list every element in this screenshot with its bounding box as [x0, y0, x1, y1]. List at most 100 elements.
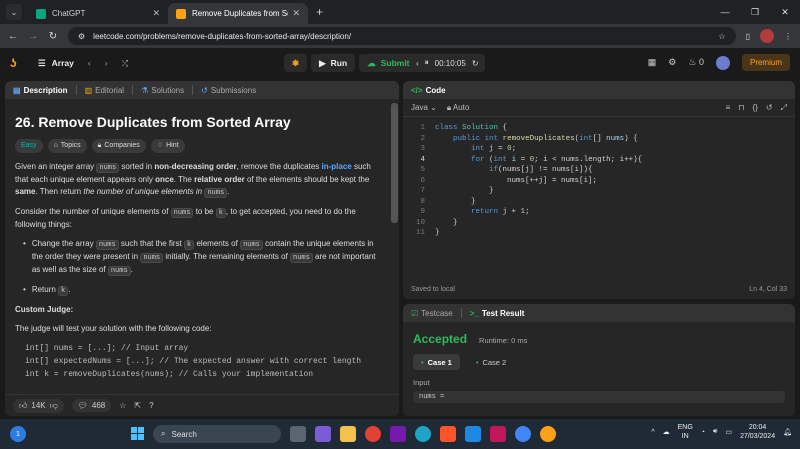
timer[interactable]: ‹ ⏸ 00:10:05 ↻ [410, 54, 485, 72]
taskbar-search[interactable]: ⌕ Search [153, 425, 281, 443]
favorite-star-icon[interactable]: ☆ [119, 401, 126, 410]
hint-tag[interactable]: ♢ Hint [150, 139, 185, 153]
run-button[interactable]: ▶ Run [311, 54, 356, 72]
input-value: nums = [413, 391, 785, 403]
reset-code-icon[interactable]: ↺ [766, 103, 773, 113]
help-icon[interactable]: ? [149, 401, 153, 410]
timer-value: 00:10:05 [434, 58, 466, 68]
fullscreen-icon[interactable]: ⤢ [781, 103, 787, 113]
settings-gear-icon[interactable]: ⚙ [668, 57, 676, 68]
intellij-icon[interactable] [490, 426, 506, 442]
close-tab-icon[interactable]: ✕ [152, 8, 160, 19]
layout-icon[interactable]: ▦ [648, 57, 657, 68]
close-tab-icon[interactable]: ✕ [292, 8, 300, 19]
forward-icon[interactable]: → [28, 31, 38, 42]
language-select[interactable]: Java ⌄ [411, 103, 437, 112]
comments-button[interactable]: 💬︎ 468 [71, 399, 112, 412]
pause-icon[interactable]: ⏸ [425, 58, 429, 68]
profile-avatar[interactable] [760, 29, 774, 43]
tab-testcase[interactable]: ☑ Testcase [411, 309, 453, 318]
clock[interactable]: 20:04 27/03/2024 [740, 423, 775, 441]
problem-list-title[interactable]: Array [52, 58, 74, 68]
list-item: • Return k. [23, 285, 71, 296]
reload-icon[interactable]: ↻ [48, 31, 58, 42]
site-info-icon[interactable]: ⚙ [78, 32, 85, 41]
code-editor[interactable]: 1 2 3 4 5 6 7 8 9 10 11 class Solution { public in… [403, 119, 795, 279]
chat-app-icon[interactable] [315, 426, 331, 442]
tab-editorial[interactable]: ▥ Editorial [85, 86, 124, 95]
tab-description[interactable]: ▤ Description [13, 86, 68, 95]
problem-tags: Easy ⌂ Topics 🔒︎ Companies ♢ Hint [15, 139, 379, 153]
reset-icon[interactable]: ↻ [472, 59, 479, 68]
leetcode-logo-icon[interactable]: ʖ [10, 56, 24, 70]
like-count: 14K [31, 401, 46, 410]
in-place-link[interactable]: in-place [322, 162, 352, 171]
minimize-icon[interactable]: — [710, 7, 740, 17]
braces-icon[interactable]: {} [753, 103, 758, 113]
battery-icon[interactable]: ▭ [725, 428, 732, 436]
task-view-icon[interactable] [290, 426, 306, 442]
editor-status-bar: Saved to local Ln 4, Col 33 [403, 279, 795, 299]
comment-count: 468 [91, 401, 106, 410]
description-scrollbar[interactable] [391, 103, 398, 223]
problem-list-icon[interactable]: ☰ [38, 58, 46, 69]
start-windows-icon[interactable] [131, 427, 144, 440]
edge-icon[interactable] [415, 426, 431, 442]
tab-code[interactable]: </> Code [411, 86, 446, 95]
thumbs-down-icon[interactable]: 👎︎ [50, 401, 58, 411]
chrome-active-icon[interactable] [540, 426, 556, 442]
bookmark-star-icon[interactable]: ☆ [718, 32, 725, 41]
shuffle-icon[interactable]: ⤮ [122, 58, 129, 69]
case-1-tab[interactable]: • Case 1 [413, 354, 460, 370]
volume-icon[interactable]: 🔊︎ [713, 428, 717, 436]
chrome-icon[interactable] [365, 426, 381, 442]
collapse-timer-icon[interactable]: ‹ [416, 59, 419, 68]
tab-submissions[interactable]: ↺ Submissions [201, 86, 256, 95]
tab-title: ChatGPT [52, 9, 86, 18]
streak[interactable]: ♨ 0 [688, 57, 704, 68]
bookmark-icon[interactable]: ⊓ [738, 103, 744, 113]
companies-tag[interactable]: 🔒︎ Companies [91, 139, 146, 153]
tab-search-button[interactable]: ⌄ [6, 4, 22, 20]
premium-button[interactable]: Premium [741, 54, 790, 71]
back-icon[interactable]: ← [8, 31, 18, 42]
tray-chevron-icon[interactable]: ^ [651, 429, 654, 436]
tab-solutions[interactable]: ⚗ Solutions [141, 86, 184, 95]
vscode-icon[interactable] [465, 426, 481, 442]
language-indicator[interactable]: ENG IN [678, 423, 693, 441]
share-icon[interactable]: ⇱ [134, 401, 141, 410]
wifi-icon[interactable]: ◔ [701, 429, 705, 436]
browser-tab-chatgpt[interactable]: ChatGPT ✕ [28, 3, 168, 24]
system-tray: ^ ☁ ENG IN ◔ 🔊︎ ▭ 20:04 27/03/2024 🔔︎ [651, 423, 792, 441]
maximize-icon[interactable]: ❐ [740, 7, 770, 18]
prev-problem-icon[interactable]: ‹ [88, 58, 91, 68]
submit-button[interactable]: ☁ Submit [359, 54, 418, 72]
menu-dots-icon[interactable]: ⋮ [784, 32, 792, 41]
cloud-icon[interactable]: ☁ [663, 428, 670, 436]
widgets-icon[interactable]: 1 [10, 426, 26, 442]
tab-title: Remove Duplicates from Sorted [192, 9, 288, 18]
like-button[interactable]: 👍︎ 14K 👎︎ [13, 398, 64, 413]
debug-button[interactable]: ✱ [284, 54, 308, 72]
new-tab-button[interactable]: + [316, 5, 323, 19]
tab-test-result[interactable]: >_ Test Result [470, 309, 525, 318]
leetcode-favicon-icon [176, 8, 186, 19]
close-window-icon[interactable]: ✕ [770, 7, 800, 18]
brave-icon[interactable] [440, 426, 456, 442]
user-avatar[interactable] [715, 55, 730, 70]
side-panel-icon[interactable]: ▯ [746, 32, 750, 41]
case-2-tab[interactable]: • Case 2 [468, 354, 514, 370]
topics-tag[interactable]: ⌂ Topics [47, 139, 87, 153]
notification-bell-icon[interactable]: 🔔︎ [783, 428, 792, 436]
tab-label: Test Result [481, 308, 525, 318]
onenote-icon[interactable] [390, 426, 406, 442]
file-explorer-icon[interactable] [340, 426, 356, 442]
format-icon[interactable]: ≡ [726, 103, 731, 113]
terminal-icon: >_ [469, 308, 479, 318]
url-field[interactable]: ⚙ leetcode.com/problems/remove-duplicate… [68, 27, 736, 45]
next-problem-icon[interactable]: › [105, 58, 108, 68]
chrome-alt-icon[interactable] [515, 426, 531, 442]
auto-mode-toggle[interactable]: 🔒︎ Auto [447, 103, 470, 113]
browser-tab-leetcode[interactable]: Remove Duplicates from Sorted ✕ [168, 3, 308, 24]
problem-title[interactable]: 26. Remove Duplicates from Sorted Array [15, 113, 379, 131]
